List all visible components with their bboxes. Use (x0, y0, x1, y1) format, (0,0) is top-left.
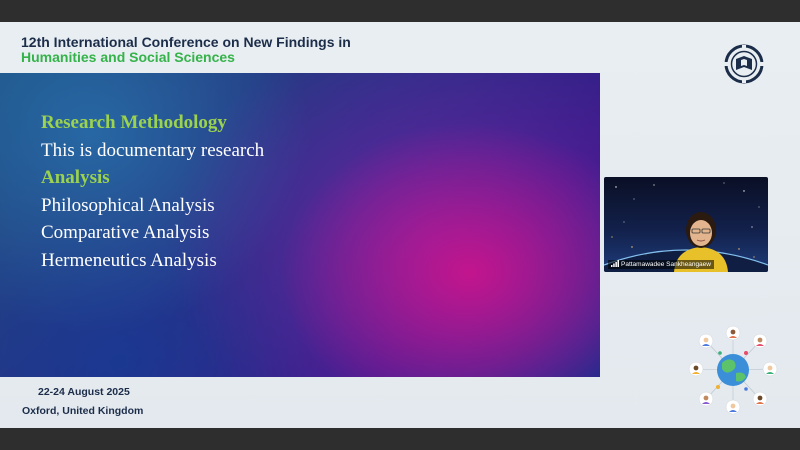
shared-slide: Research Methodology This is documentary … (0, 73, 600, 377)
slide-content: Research Methodology This is documentary … (41, 109, 264, 274)
conference-title: 12th International Conference on New Fin… (21, 35, 351, 65)
window-bottom-bar (0, 428, 800, 450)
participant-name-label: Pattamawadee Sankheangaew (608, 260, 714, 269)
signal-bars-icon (611, 260, 619, 267)
conference-title-line2: Humanities and Social Sciences (21, 49, 235, 65)
slide-heading: Analysis (41, 167, 110, 188)
slide-text-line: Hermeneutics Analysis (41, 249, 217, 271)
presentation-frame: 12th International Conference on New Fin… (0, 22, 800, 428)
slide-heading: Research Methodology (41, 112, 227, 133)
conference-title-line1: 12th International Conference on New Fin… (21, 34, 351, 50)
conference-logo-icon (724, 44, 764, 84)
slide-text-line: Comparative Analysis (41, 222, 210, 243)
participant-video-tile[interactable]: Pattamawadee Sankheangaew (604, 177, 768, 272)
global-people-illustration (688, 325, 778, 415)
participant-name: Pattamawadee Sankheangaew (621, 261, 711, 268)
slide-text-line: This is documentary research (41, 139, 265, 161)
window-top-bar (0, 0, 800, 22)
conference-location: Oxford, United Kingdom (22, 405, 144, 417)
conference-date: 22-24 August 2025 (38, 386, 130, 398)
slide-text-line: Philosophical Analysis (41, 194, 215, 216)
